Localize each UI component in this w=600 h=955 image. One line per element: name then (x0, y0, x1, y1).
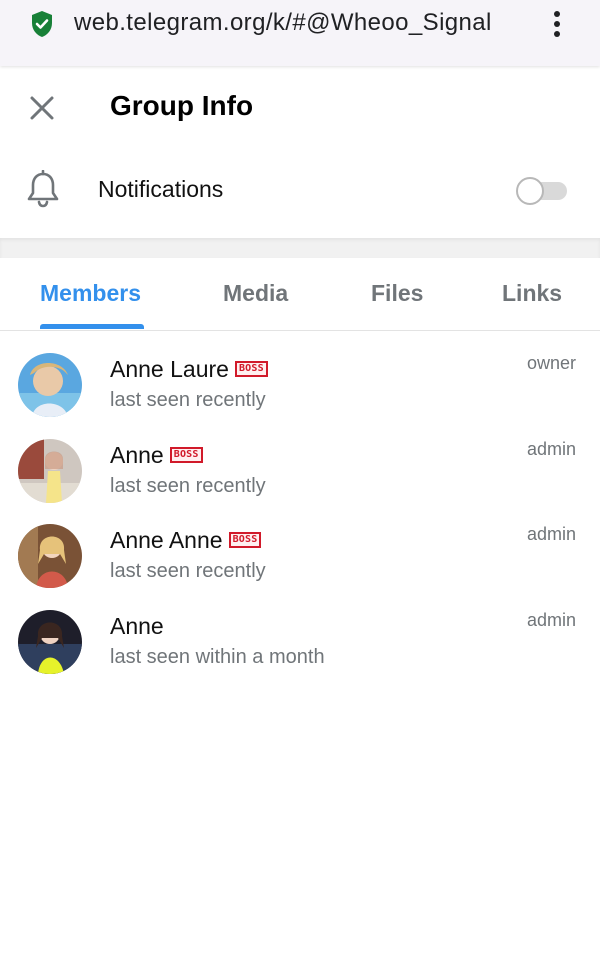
member-status: last seen recently (110, 475, 266, 497)
avatar (18, 610, 82, 674)
member-name-line: Anne Anne BOSS (110, 524, 262, 556)
member-status: last seen within a month (110, 646, 325, 668)
boss-badge: BOSS (234, 361, 268, 377)
tab-members[interactable]: Members (40, 280, 141, 307)
notifications-row[interactable]: Notifications (0, 160, 600, 220)
bell-icon (27, 170, 59, 208)
boss-badge: BOSS (169, 447, 203, 463)
notifications-label: Notifications (98, 176, 224, 202)
member-status: last seen recently (110, 389, 266, 411)
tab-links[interactable]: Links (502, 280, 562, 307)
member-role: admin (526, 524, 576, 544)
url-text[interactable]: web.telegram.org/k/#@Wheoo_Signal (74, 9, 492, 37)
member-row[interactable]: Anne last seen within a month admin (0, 610, 600, 696)
active-tab-indicator (40, 324, 144, 329)
toggle-knob (516, 177, 544, 205)
browser-url-bar[interactable]: web.telegram.org/k/#@Wheoo_Signal (0, 0, 600, 66)
shield-check-icon (32, 11, 52, 37)
member-status: last seen recently (110, 560, 266, 582)
boss-badge: BOSS (228, 532, 262, 548)
section-divider (0, 238, 600, 258)
member-role: admin (526, 439, 576, 459)
tab-bar: Members Media Files Links (0, 258, 600, 331)
member-role: admin (526, 610, 576, 630)
notifications-toggle[interactable] (516, 177, 568, 205)
avatar (18, 524, 82, 588)
page-title: Group Info (110, 90, 254, 121)
member-row[interactable]: Anne Laure BOSS last seen recently owner (0, 353, 600, 439)
close-icon[interactable] (28, 94, 56, 122)
member-name: Anne Laure (110, 355, 229, 382)
member-name-line: Anne (110, 610, 164, 642)
tab-files[interactable]: Files (371, 280, 423, 307)
member-row[interactable]: Anne BOSS last seen recently admin (0, 439, 600, 525)
avatar (18, 353, 82, 417)
member-name: Anne Anne (110, 526, 223, 553)
member-role: owner (526, 353, 576, 373)
tab-media[interactable]: Media (223, 280, 288, 307)
kebab-menu-icon[interactable] (545, 9, 569, 39)
member-name: Anne (110, 441, 164, 468)
member-name: Anne (110, 612, 164, 639)
avatar (18, 439, 82, 503)
member-row[interactable]: Anne Anne BOSS last seen recently admin (0, 524, 600, 610)
member-name-line: Anne BOSS (110, 439, 203, 471)
member-name-line: Anne Laure BOSS (110, 353, 268, 385)
